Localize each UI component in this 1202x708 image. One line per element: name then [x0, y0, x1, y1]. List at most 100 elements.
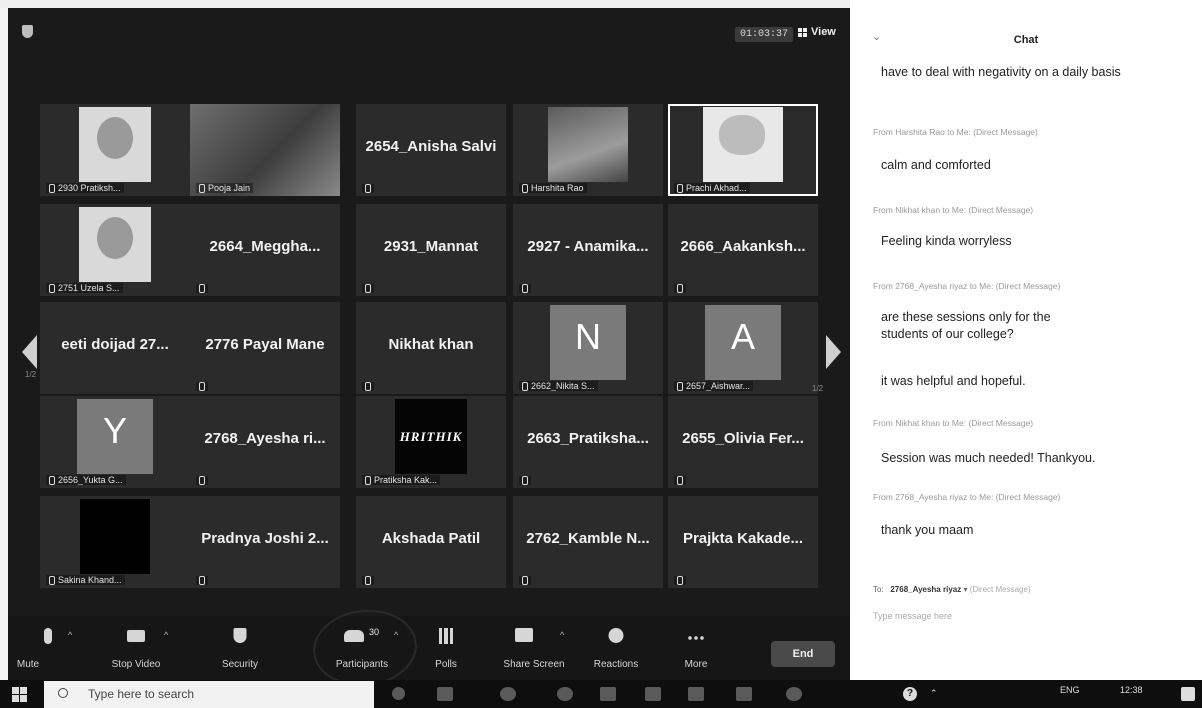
participant-tile[interactable]: 2762_Kamble N... [513, 496, 663, 588]
polls-bar-chart-icon [439, 628, 453, 644]
tray-chevron-up-icon[interactable]: ⌃ [930, 688, 938, 699]
mute-button[interactable]: ^ Mute [8, 616, 88, 680]
page-indicator-left: 1/2 [25, 370, 37, 379]
notifications-icon[interactable] [1181, 687, 1195, 701]
share-screen-icon [515, 628, 533, 642]
muted-mic-icon [677, 476, 683, 485]
share-screen-button[interactable]: ^ Share Screen [494, 616, 574, 680]
participant-name-tag [362, 576, 374, 585]
participant-tile[interactable]: eeti doijad 27... [40, 302, 190, 394]
participant-tile[interactable]: Pradnya Joshi 2... [190, 496, 340, 588]
meeting-toolbar: ^ Mute ^ Stop Video Security 30 ^ Partic… [8, 616, 850, 680]
participant-tile[interactable]: N 2662_Nikita S... [513, 302, 663, 394]
windows-start-icon[interactable] [12, 687, 27, 702]
participant-name-tag [196, 476, 208, 485]
participant-tile[interactable]: Y 2656_Yukta G... [40, 396, 190, 488]
participant-tile[interactable]: HRITHIK Pratiksha Kak... [356, 396, 506, 488]
store-icon[interactable] [645, 687, 661, 701]
participant-name: 2666_Aakanksh... [680, 238, 806, 255]
participant-name-tag [362, 382, 374, 391]
share-options-caret-icon[interactable]: ^ [560, 630, 564, 640]
participant-name: 2931_Mannat [383, 238, 479, 255]
participant-label: 2930 Pratiksh... [58, 183, 121, 193]
muted-mic-icon [49, 575, 55, 585]
participant-name-tag: Sakina Khand... [46, 575, 125, 585]
participant-tile[interactable]: Akshada Patil [356, 496, 506, 588]
mute-options-caret-icon[interactable]: ^ [68, 630, 72, 640]
participant-tile[interactable]: Sakina Khand... [40, 496, 190, 588]
participant-name-tag [196, 576, 208, 585]
participant-tile[interactable]: A 2657_Aishwar... [668, 302, 818, 394]
chat-recipient-name[interactable]: 2768_Ayesha riyaz [890, 585, 961, 594]
security-button[interactable]: Security [200, 616, 280, 680]
participant-tile[interactable]: 2654_Anisha Salvi [356, 104, 506, 196]
participant-initial-avatar: N [550, 305, 626, 380]
participant-name: Akshada Patil [381, 530, 481, 547]
participant-label: Sakina Khand... [58, 575, 122, 585]
word-icon[interactable] [688, 687, 704, 701]
browser-icon[interactable] [500, 687, 516, 701]
participant-video-image [79, 207, 151, 282]
participant-name: 2776 Payal Mane [205, 336, 325, 353]
participant-tile[interactable]: 2663_Pratiksha... [513, 396, 663, 488]
reactions-smiley-icon [608, 628, 624, 643]
muted-mic-icon [677, 284, 683, 293]
muted-mic-icon [677, 381, 683, 391]
next-page-arrow-icon[interactable] [826, 335, 841, 369]
search-icon [58, 688, 68, 698]
chat-message: it was helpful and hopeful. [881, 374, 1026, 388]
participant-tile[interactable]: 2930 Pratiksh... [40, 104, 190, 196]
chat-message: Session was much needed! Thankyou. [881, 451, 1096, 465]
participant-video-image [548, 107, 628, 182]
participant-tile[interactable]: 2655_Olivia Fer... [668, 396, 818, 488]
participant-tile[interactable]: 2931_Mannat [356, 204, 506, 296]
participant-name-tag [519, 284, 531, 293]
language-indicator[interactable]: ENG [1060, 685, 1080, 695]
previous-page-arrow-icon[interactable] [22, 335, 37, 369]
view-button[interactable]: View [798, 26, 836, 38]
muted-mic-icon [522, 476, 528, 485]
more-button[interactable]: More [656, 616, 736, 680]
video-options-caret-icon[interactable]: ^ [164, 630, 168, 640]
participant-tile[interactable]: Prachi Akhad... [668, 104, 818, 196]
zoom-app-icon[interactable] [736, 687, 752, 701]
participant-tile[interactable]: 2927 - Anamika... [513, 204, 663, 296]
cortana-icon[interactable] [392, 687, 405, 700]
chrome-icon[interactable] [557, 687, 573, 701]
end-meeting-button[interactable]: End [771, 641, 835, 667]
chat-message-input[interactable]: Type message here [873, 611, 952, 621]
stop-video-button[interactable]: ^ Stop Video [96, 616, 176, 680]
encryption-shield-icon[interactable] [22, 25, 33, 38]
muted-mic-icon [199, 576, 205, 585]
participant-tile[interactable]: Harshita Rao [513, 104, 663, 196]
participant-tile[interactable]: 2768_Ayesha ri... [190, 396, 340, 488]
participant-name: 2768_Ayesha ri... [204, 430, 326, 447]
file-explorer-icon[interactable] [600, 687, 616, 701]
participant-tile[interactable]: 2751 Uzela S... [40, 204, 190, 296]
participant-tile[interactable]: Nikhat khan [356, 302, 506, 394]
task-view-icon[interactable] [437, 687, 453, 701]
participant-tile[interactable]: Pooja Jain [190, 104, 340, 196]
reactions-button[interactable]: Reactions [576, 616, 656, 680]
participant-tile[interactable]: 2664_Meggha... [190, 204, 340, 296]
chat-message: Feeling kinda worryless [881, 234, 1012, 248]
participant-tile[interactable]: 2776 Payal Mane [190, 302, 340, 394]
media-app-icon[interactable] [786, 687, 802, 701]
participant-name-tag: 2656_Yukta G... [46, 475, 126, 485]
participant-name: Pradnya Joshi 2... [201, 530, 329, 547]
participant-name-tag: Harshita Rao [519, 183, 587, 193]
participant-video-image [703, 107, 783, 182]
polls-button[interactable]: Polls [406, 616, 486, 680]
taskbar-search-input[interactable]: Type here to search [44, 681, 374, 708]
chat-recipient-selector[interactable]: To: 2768_Ayesha riyaz ▾ (Direct Message) [873, 585, 1031, 594]
participant-name: 2664_Meggha... [209, 238, 321, 255]
participant-video-image: HRITHIK [395, 399, 467, 474]
help-icon[interactable]: ? [903, 687, 917, 701]
chat-panel: ⌄ Chat have to deal with negativity on a… [850, 0, 1202, 680]
page-indicator-right: 1/2 [812, 384, 824, 393]
participant-tile[interactable]: 2666_Aakanksh... [668, 204, 818, 296]
participant-tile[interactable]: Prajkta Kakade... [668, 496, 818, 588]
chat-recipient-mode: (Direct Message) [969, 585, 1031, 594]
muted-mic-icon [199, 284, 205, 293]
system-clock[interactable]: 12:38 [1120, 685, 1143, 695]
